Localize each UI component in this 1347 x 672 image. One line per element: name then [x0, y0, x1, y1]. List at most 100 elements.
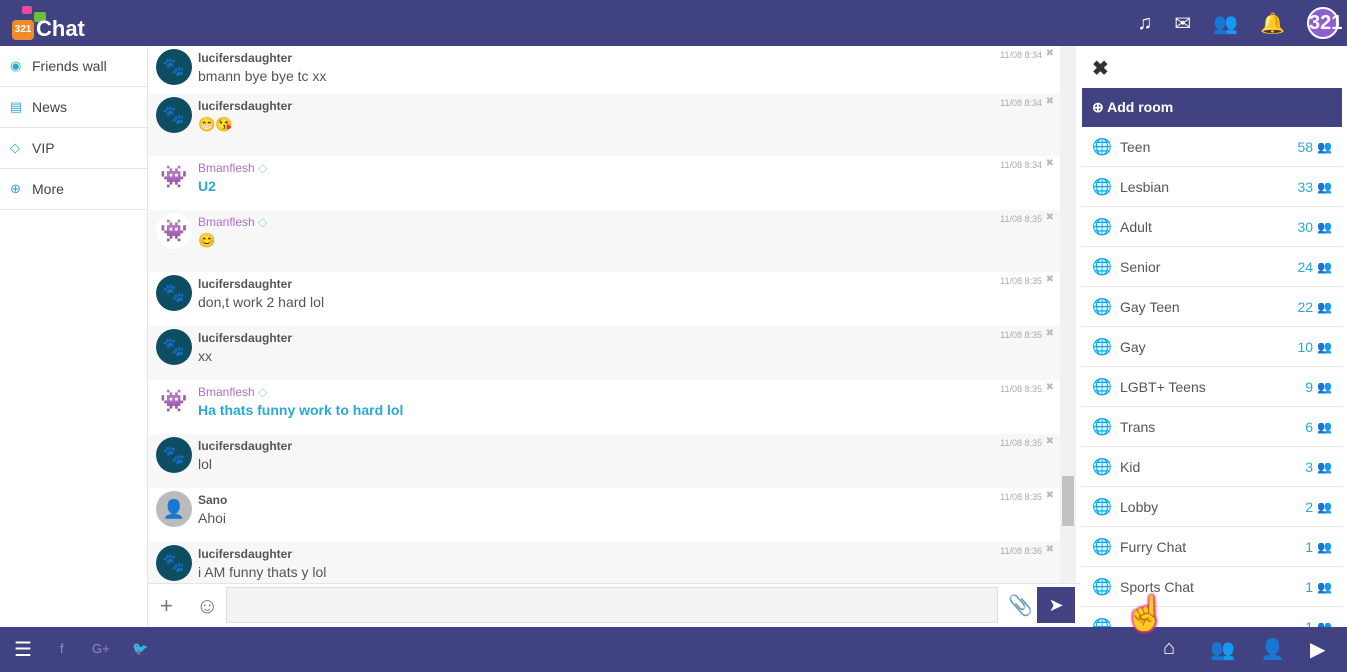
delete-icon[interactable]: ✖ [1046, 96, 1054, 107]
home-icon[interactable]: ⌂ [1163, 637, 1175, 660]
room-item[interactable]: 🌐 Lobby 2 👥 [1082, 487, 1342, 527]
users-icon: 👥 [1317, 139, 1332, 154]
add-room-button[interactable]: ⊕ Add room [1082, 88, 1342, 127]
user-avatar[interactable]: 👤 [156, 491, 192, 527]
users-icon: 👥 [1317, 539, 1332, 554]
globe-icon: 🌐 [1092, 418, 1112, 436]
room-item[interactable]: 🌐 Furry Chat 1 👥 [1082, 527, 1342, 567]
message-text: lol [198, 456, 213, 472]
user-avatar[interactable]: 🐾 [156, 437, 192, 473]
user-avatar[interactable]: 👾 [156, 159, 192, 195]
user-avatar[interactable]: 👾 [156, 383, 192, 419]
twitter-icon[interactable]: 🐦 [132, 641, 148, 657]
users-icon: 👥 [1317, 579, 1332, 594]
scrollbar-thumb[interactable] [1062, 476, 1074, 526]
message-username[interactable]: lucifersdaughter [198, 331, 1052, 345]
delete-icon[interactable]: ✖ [1046, 158, 1054, 169]
chat-message: 👾 Bmanflesh ◇ U2 11/08 8:34 ✖ [148, 156, 1060, 210]
globe-icon: 🌐 [1092, 338, 1112, 356]
room-item[interactable]: 🌐 Kid 3 👥 [1082, 447, 1342, 487]
message-text: don,t work 2 hard lol [198, 294, 325, 310]
room-name: Sports Chat [1120, 578, 1194, 595]
message-username[interactable]: lucifersdaughter [198, 547, 1052, 561]
message-time: 11/08 8:34 [1000, 98, 1042, 108]
message-username[interactable]: Bmanflesh ◇ [198, 215, 1052, 229]
user-avatar[interactable]: 🐾 [156, 329, 192, 365]
sidebar-item-vip[interactable]: ◇ VIP [0, 128, 147, 169]
room-item[interactable]: 🌐 Teen 58 👥 [1082, 127, 1342, 167]
message-time: 11/08 8:35 [1000, 438, 1042, 448]
user-avatar[interactable]: 🐾 [156, 275, 192, 311]
room-item[interactable]: 🌐 1 👥 [1082, 607, 1342, 628]
globe-icon: 🌐 [1092, 498, 1112, 516]
user-avatar[interactable]: 👾 [156, 213, 192, 249]
room-item[interactable]: 🌐 LGBT+ Teens 9 👥 [1082, 367, 1342, 407]
diamond-icon: ◇ [258, 215, 268, 229]
message-text: U2 [198, 178, 216, 194]
plus-icon[interactable]: + [160, 593, 173, 619]
message-time: 11/08 8:36 [1000, 546, 1042, 556]
message-username[interactable]: lucifersdaughter [198, 277, 1052, 291]
room-item[interactable]: 🌐 Adult 30 👥 [1082, 207, 1342, 247]
video-icon[interactable]: ▶ [1310, 637, 1325, 662]
music-icon[interactable]: ♫ [1137, 12, 1152, 35]
delete-icon[interactable]: ✖ [1046, 274, 1054, 285]
room-name: Lesbian [1120, 178, 1170, 195]
room-count: 9 [1305, 378, 1314, 395]
sidebar-item-news[interactable]: ▤ News [0, 87, 147, 128]
room-count: 10 [1297, 338, 1314, 355]
send-button[interactable]: ➤ [1037, 587, 1075, 623]
users-icon: 👥 [1317, 339, 1332, 354]
delete-icon[interactable]: ✖ [1046, 48, 1054, 59]
paperclip-icon[interactable]: 📎 [1008, 593, 1033, 618]
user-avatar[interactable]: 🐾 [156, 49, 192, 85]
delete-icon[interactable]: ✖ [1046, 436, 1054, 447]
room-item[interactable]: 🌐 Gay 10 👥 [1082, 327, 1342, 367]
delete-icon[interactable]: ✖ [1046, 544, 1054, 555]
emoji-icon[interactable]: ☺ [196, 593, 218, 619]
bell-icon[interactable]: 🔔 [1260, 11, 1285, 36]
diamond-icon: ◇ [258, 161, 268, 175]
message-username[interactable]: Sano [198, 493, 1052, 507]
message-username[interactable]: Bmanflesh ◇ [198, 161, 1052, 175]
users-icon[interactable]: 👥 [1210, 637, 1235, 662]
message-username[interactable]: Bmanflesh ◇ [198, 385, 1052, 399]
delete-icon[interactable]: ✖ [1046, 382, 1054, 393]
room-name: Gay Teen [1120, 298, 1180, 315]
room-item[interactable]: 🌐 Trans 6 👥 [1082, 407, 1342, 447]
logo[interactable]: 321 Chat [12, 6, 85, 42]
room-name: Teen [1120, 138, 1151, 155]
room-count: 1 [1305, 538, 1314, 555]
google-plus-icon[interactable]: G+ [92, 641, 110, 656]
message-username[interactable]: lucifersdaughter [198, 99, 1052, 113]
room-item[interactable]: 🌐 Senior 24 👥 [1082, 247, 1342, 287]
room-item[interactable]: 🌐 Gay Teen 22 👥 [1082, 287, 1342, 327]
message-username[interactable]: lucifersdaughter [198, 51, 1052, 65]
globe-icon: 🌐 [1092, 618, 1112, 628]
envelope-icon[interactable]: ✉ [1174, 11, 1191, 36]
user-avatar[interactable]: 🐾 [156, 97, 192, 133]
message-text: Ahoi [198, 510, 227, 526]
room-item[interactable]: 🌐 Lesbian 33 👥 [1082, 167, 1342, 207]
message-input[interactable] [226, 587, 998, 623]
user-avatar[interactable]: 🐾 [156, 545, 192, 581]
users-icon: 👥 [1317, 499, 1332, 514]
menu-icon[interactable]: ☰ [14, 637, 32, 662]
message-username[interactable]: lucifersdaughter [198, 439, 1052, 453]
chat-scrollbar[interactable] [1060, 46, 1076, 583]
avatar[interactable]: 321 [1307, 7, 1342, 39]
globe-icon: 🌐 [1092, 258, 1112, 276]
close-icon[interactable]: ✖ [1092, 56, 1109, 81]
message-text: 😁😘 [198, 116, 233, 132]
sidebar-item-friends-wall[interactable]: ◉ Friends wall [0, 46, 147, 87]
room-item[interactable]: 🌐 Sports Chat 1 👥 [1082, 567, 1342, 607]
delete-icon[interactable]: ✖ [1046, 490, 1054, 501]
message-input-bar: + ☺ 📎 ➤ [148, 583, 1080, 627]
delete-icon[interactable]: ✖ [1046, 212, 1054, 223]
users-icon[interactable]: 👥 [1213, 11, 1238, 36]
facebook-icon[interactable]: f [60, 641, 64, 656]
room-name: Senior [1120, 258, 1161, 275]
sidebar-item-more[interactable]: ⊕ More [0, 169, 147, 210]
delete-icon[interactable]: ✖ [1046, 328, 1054, 339]
add-user-icon[interactable]: 👤 [1260, 637, 1285, 662]
